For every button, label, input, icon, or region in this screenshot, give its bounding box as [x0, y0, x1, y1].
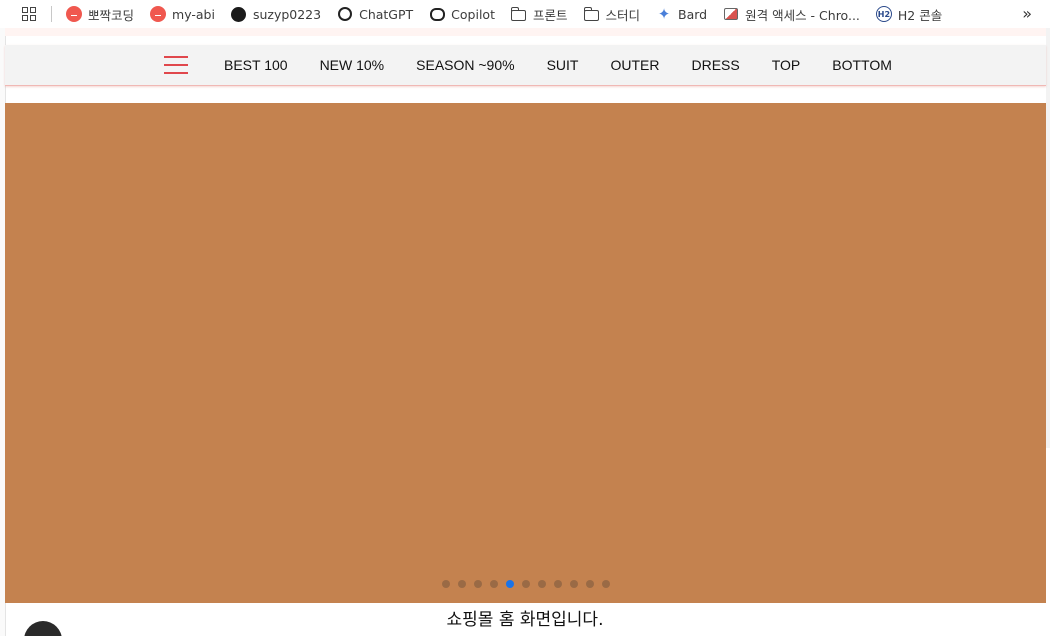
slider-pagination [5, 580, 1046, 588]
bookmark-item[interactable]: suzyp0223 [231, 6, 321, 22]
bookmark-label: Bard [678, 6, 708, 22]
bookmark-label: suzyp0223 [252, 6, 322, 22]
copilot-icon [429, 6, 445, 22]
bookmark-item[interactable]: my-abi [150, 6, 215, 22]
bookmark-folder[interactable]: 프론트 [510, 5, 568, 24]
bookmark-item[interactable]: 뽀짝코딩 [66, 5, 134, 24]
h2-icon: H2 [875, 6, 892, 22]
top-banner-strip [5, 28, 1046, 36]
bookmark-folder[interactable]: 스터디 [583, 5, 641, 24]
nav-item-dress[interactable]: DRESS [691, 57, 739, 73]
bard-icon: ✦ [657, 5, 671, 23]
nav-item-bottom[interactable]: BOTTOM [832, 57, 892, 73]
slider-dot[interactable] [585, 580, 594, 588]
slider-dot[interactable] [457, 580, 466, 588]
nav-item-best[interactable]: BEST 100 [224, 57, 288, 73]
red-dot-icon [150, 6, 167, 22]
slider-dot[interactable] [537, 580, 546, 588]
slider-dot[interactable] [569, 580, 578, 588]
nav-item-new[interactable]: NEW 10% [320, 57, 385, 73]
hero-slider[interactable] [5, 103, 1046, 603]
bookmarks-separator [51, 6, 52, 22]
slider-dot[interactable] [521, 580, 530, 588]
bookmark-label: 뽀짝코딩 [88, 7, 135, 23]
bookmark-label: my-abi [172, 6, 215, 22]
bookmark-item[interactable]: H2 H2 콘솔 [875, 5, 943, 24]
apps-grid-icon[interactable] [22, 6, 37, 22]
folder-icon [510, 6, 527, 22]
hamburger-menu-icon[interactable] [164, 55, 188, 75]
nav-menu: BEST 100 NEW 10% SEASON ~90% SUIT OUTER … [224, 45, 924, 85]
slider-dot[interactable] [601, 580, 610, 588]
bookmark-label: 원격 액세스 - Chro... [745, 7, 860, 23]
remote-access-icon [723, 6, 739, 22]
nav-item-suit[interactable]: SUIT [547, 57, 579, 73]
red-dot-icon [66, 6, 82, 22]
page-caption: 쇼핑몰 홈 화면입니다. [446, 610, 604, 630]
bookmark-item[interactable]: 원격 액세스 - Chro... [723, 5, 860, 24]
chatgpt-icon [337, 6, 353, 22]
page-scrollbar[interactable] [1046, 28, 1050, 448]
bookmark-item[interactable]: ChatGPT [337, 6, 413, 22]
folder-icon [583, 6, 600, 22]
bookmark-label: H2 콘솔 [897, 7, 943, 23]
nav-item-top[interactable]: TOP [772, 57, 801, 73]
slider-dot[interactable] [473, 580, 482, 588]
nav-item-outer[interactable]: OUTER [610, 57, 659, 73]
bookmark-label: 프론트 [532, 7, 568, 23]
bookmark-item[interactable]: ✦ Bard [656, 6, 707, 22]
bookmark-label: Copilot [451, 6, 495, 22]
main-nav: BEST 100 NEW 10% SEASON ~90% SUIT OUTER … [5, 45, 1046, 86]
nav-item-season[interactable]: SEASON ~90% [416, 57, 514, 73]
bookmark-item[interactable]: Copilot [429, 6, 495, 22]
slider-dot[interactable] [489, 580, 498, 588]
bookmark-label: 스터디 [605, 7, 641, 23]
bookmarks-bar: 뽀짝코딩 my-abi suzyp0223 ChatGPT Copilot 프론… [0, 0, 1050, 28]
bookmark-label: ChatGPT [359, 6, 414, 22]
slider-dot[interactable] [441, 580, 450, 588]
github-icon [231, 6, 247, 22]
slider-dot[interactable] [553, 580, 562, 588]
slider-dot[interactable] [505, 580, 514, 588]
more-bookmarks-icon[interactable]: » [1022, 4, 1032, 23]
